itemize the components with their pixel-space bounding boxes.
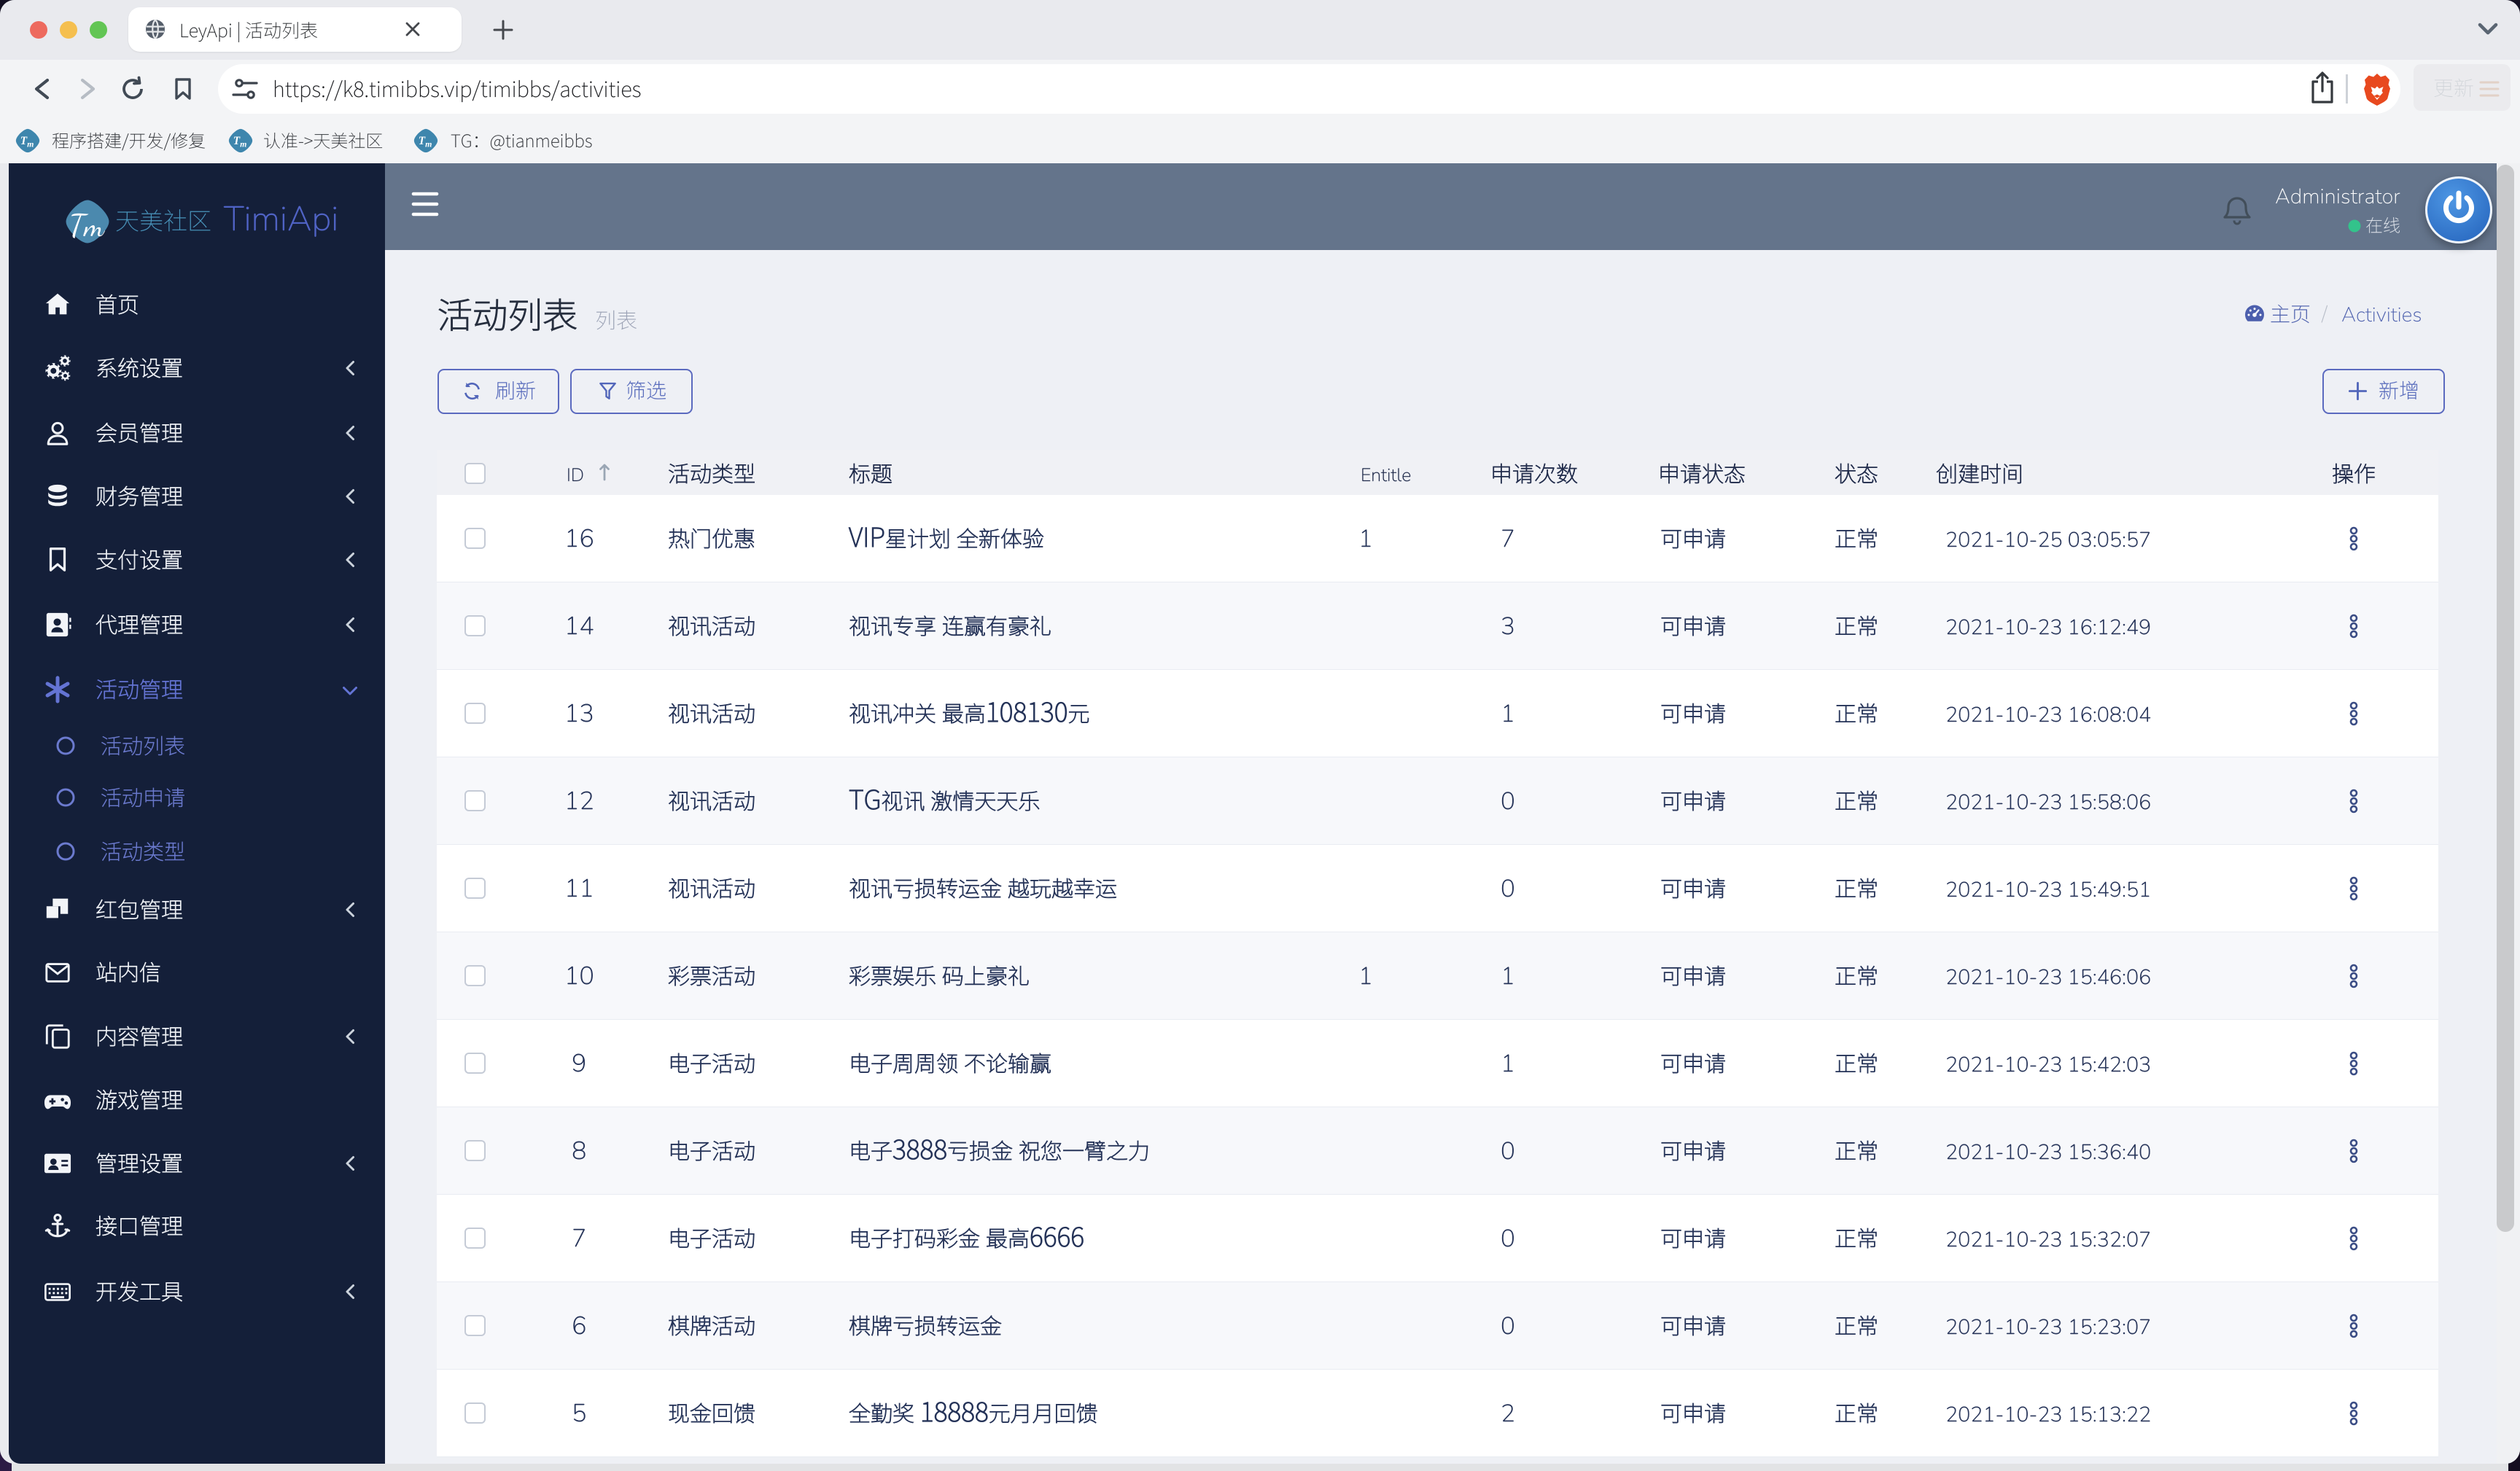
svg-text:m: m [425, 139, 432, 149]
svg-text:T: T [419, 135, 426, 147]
svg-text:T: T [233, 135, 241, 147]
svg-text:m: m [27, 139, 34, 149]
svg-text:m: m [240, 139, 246, 149]
svg-text:T: T [20, 135, 28, 147]
